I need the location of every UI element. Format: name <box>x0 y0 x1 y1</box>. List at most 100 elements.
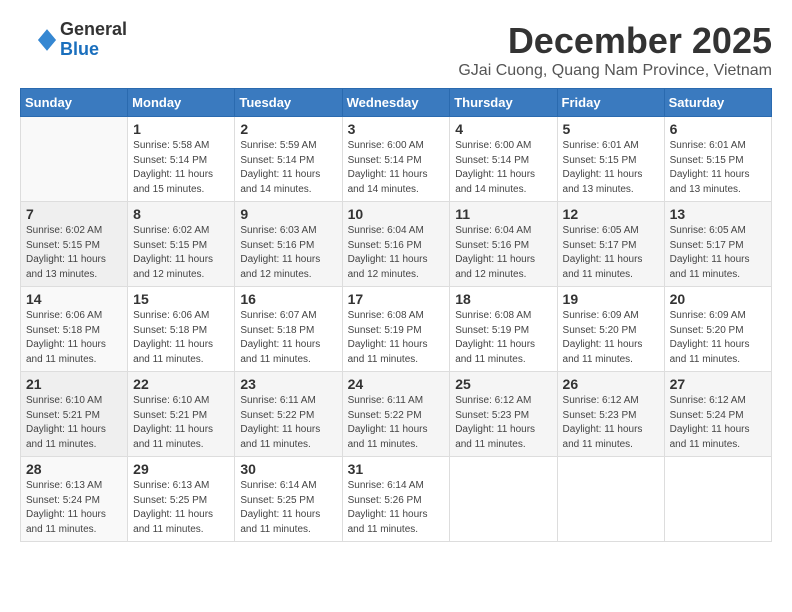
calendar-cell: 1 Sunrise: 5:58 AM Sunset: 5:14 PM Daylig… <box>128 117 235 202</box>
calendar-cell: 6 Sunrise: 6:01 AM Sunset: 5:15 PM Daylig… <box>664 117 771 202</box>
weekday-header-friday: Friday <box>557 89 664 117</box>
calendar-cell <box>21 117 128 202</box>
day-info: Sunrise: 6:00 AM Sunset: 5:14 PM Dayligh… <box>455 139 551 197</box>
logo-general-text: General <box>60 20 127 40</box>
day-info: Sunrise: 6:12 AM Sunset: 5:23 PM Dayligh… <box>563 394 659 452</box>
day-info: Sunrise: 6:05 AM Sunset: 5:17 PM Dayligh… <box>563 224 659 282</box>
month-title: December 2025 <box>458 20 772 62</box>
day-number: 7 <box>26 206 122 222</box>
logo-text: General Blue <box>60 20 127 60</box>
day-number: 2 <box>240 121 336 137</box>
title-block: December 2025 GJai Cuong, Quang Nam Prov… <box>458 20 772 80</box>
day-number: 11 <box>455 206 551 222</box>
calendar-cell: 23 Sunrise: 6:11 AM Sunset: 5:22 PM Dayli… <box>235 372 342 457</box>
logo-icon <box>20 22 56 58</box>
weekday-header-tuesday: Tuesday <box>235 89 342 117</box>
calendar-cell: 11 Sunrise: 6:04 AM Sunset: 5:16 PM Dayli… <box>450 202 557 287</box>
calendar-cell: 24Sunrise: 6:11 AM Sunset: 5:22 PM Dayli… <box>342 372 450 457</box>
calendar-cell: 13Sunrise: 6:05 AM Sunset: 5:17 PM Dayli… <box>664 202 771 287</box>
calendar-cell <box>664 457 771 542</box>
calendar-cell: 5 Sunrise: 6:01 AM Sunset: 5:15 PM Daylig… <box>557 117 664 202</box>
calendar-cell: 14 Sunrise: 6:06 AM Sunset: 5:18 PM Dayli… <box>21 287 128 372</box>
day-number: 30 <box>240 461 336 477</box>
calendar-cell: 28Sunrise: 6:13 AM Sunset: 5:24 PM Dayli… <box>21 457 128 542</box>
day-number: 14 <box>26 291 122 307</box>
day-info: Sunrise: 6:02 AM Sunset: 5:15 PM Dayligh… <box>26 224 122 282</box>
week-row-5: 28Sunrise: 6:13 AM Sunset: 5:24 PM Dayli… <box>21 457 772 542</box>
day-number: 26 <box>563 376 659 392</box>
calendar-table: SundayMondayTuesdayWednesdayThursdayFrid… <box>20 88 772 542</box>
calendar-cell: 16 Sunrise: 6:07 AM Sunset: 5:18 PM Dayli… <box>235 287 342 372</box>
day-info: Sunrise: 6:01 AM Sunset: 5:15 PM Dayligh… <box>563 139 659 197</box>
day-info: Sunrise: 6:03 AM Sunset: 5:16 PM Dayligh… <box>240 224 336 282</box>
day-number: 9 <box>240 206 336 222</box>
calendar-cell: 27Sunrise: 6:12 AM Sunset: 5:24 PM Dayli… <box>664 372 771 457</box>
day-info: Sunrise: 6:11 AM Sunset: 5:22 PM Dayligh… <box>348 394 445 452</box>
day-number: 15 <box>133 291 229 307</box>
calendar-cell: 2 Sunrise: 5:59 AM Sunset: 5:14 PM Daylig… <box>235 117 342 202</box>
day-number: 10 <box>348 206 445 222</box>
day-info: Sunrise: 6:06 AM Sunset: 5:18 PM Dayligh… <box>26 309 122 367</box>
day-info: Sunrise: 6:08 AM Sunset: 5:19 PM Dayligh… <box>455 309 551 367</box>
calendar-cell: 19 Sunrise: 6:09 AM Sunset: 5:20 PM Dayli… <box>557 287 664 372</box>
logo-blue-text: Blue <box>60 40 127 60</box>
day-number: 31 <box>348 461 445 477</box>
calendar-cell: 26 Sunrise: 6:12 AM Sunset: 5:23 PM Dayli… <box>557 372 664 457</box>
day-number: 12 <box>563 206 659 222</box>
day-info: Sunrise: 6:14 AM Sunset: 5:25 PM Dayligh… <box>240 479 336 537</box>
calendar-cell: 25Sunrise: 6:12 AM Sunset: 5:23 PM Dayli… <box>450 372 557 457</box>
day-number: 25 <box>455 376 551 392</box>
calendar-cell <box>557 457 664 542</box>
day-number: 28 <box>26 461 122 477</box>
week-row-1: 1 Sunrise: 5:58 AM Sunset: 5:14 PM Daylig… <box>21 117 772 202</box>
calendar-cell: 31 Sunrise: 6:14 AM Sunset: 5:26 PM Dayli… <box>342 457 450 542</box>
calendar-cell: 29Sunrise: 6:13 AM Sunset: 5:25 PM Dayli… <box>128 457 235 542</box>
day-info: Sunrise: 6:01 AM Sunset: 5:15 PM Dayligh… <box>670 139 766 197</box>
day-number: 21 <box>26 376 122 392</box>
day-info: Sunrise: 6:09 AM Sunset: 5:20 PM Dayligh… <box>670 309 766 367</box>
day-info: Sunrise: 6:09 AM Sunset: 5:20 PM Dayligh… <box>563 309 659 367</box>
day-number: 16 <box>240 291 336 307</box>
day-number: 8 <box>133 206 229 222</box>
calendar-cell: 15 Sunrise: 6:06 AM Sunset: 5:18 PM Dayli… <box>128 287 235 372</box>
day-number: 17 <box>348 291 445 307</box>
day-number: 1 <box>133 121 229 137</box>
day-info: Sunrise: 6:05 AM Sunset: 5:17 PM Dayligh… <box>670 224 766 282</box>
day-number: 3 <box>348 121 445 137</box>
weekday-header-row: SundayMondayTuesdayWednesdayThursdayFrid… <box>21 89 772 117</box>
day-number: 6 <box>670 121 766 137</box>
day-info: Sunrise: 5:59 AM Sunset: 5:14 PM Dayligh… <box>240 139 336 197</box>
calendar-cell: 7 Sunrise: 6:02 AM Sunset: 5:15 PM Daylig… <box>21 202 128 287</box>
day-number: 27 <box>670 376 766 392</box>
day-info: Sunrise: 6:11 AM Sunset: 5:22 PM Dayligh… <box>240 394 336 452</box>
day-info: Sunrise: 5:58 AM Sunset: 5:14 PM Dayligh… <box>133 139 229 197</box>
calendar-cell: 8Sunrise: 6:02 AM Sunset: 5:15 PM Daylig… <box>128 202 235 287</box>
day-number: 23 <box>240 376 336 392</box>
weekday-header-sunday: Sunday <box>21 89 128 117</box>
day-info: Sunrise: 6:07 AM Sunset: 5:18 PM Dayligh… <box>240 309 336 367</box>
day-number: 4 <box>455 121 551 137</box>
calendar-cell: 9 Sunrise: 6:03 AM Sunset: 5:16 PM Daylig… <box>235 202 342 287</box>
calendar-cell: 10 Sunrise: 6:04 AM Sunset: 5:16 PM Dayli… <box>342 202 450 287</box>
weekday-header-thursday: Thursday <box>450 89 557 117</box>
calendar-cell: 20 Sunrise: 6:09 AM Sunset: 5:20 PM Dayli… <box>664 287 771 372</box>
week-row-2: 7 Sunrise: 6:02 AM Sunset: 5:15 PM Daylig… <box>21 202 772 287</box>
week-row-3: 14 Sunrise: 6:06 AM Sunset: 5:18 PM Dayli… <box>21 287 772 372</box>
day-info: Sunrise: 6:04 AM Sunset: 5:16 PM Dayligh… <box>455 224 551 282</box>
calendar-cell: 12 Sunrise: 6:05 AM Sunset: 5:17 PM Dayli… <box>557 202 664 287</box>
day-info: Sunrise: 6:14 AM Sunset: 5:26 PM Dayligh… <box>348 479 445 537</box>
weekday-header-saturday: Saturday <box>664 89 771 117</box>
week-row-4: 21 Sunrise: 6:10 AM Sunset: 5:21 PM Dayli… <box>21 372 772 457</box>
day-info: Sunrise: 6:10 AM Sunset: 5:21 PM Dayligh… <box>133 394 229 452</box>
day-number: 5 <box>563 121 659 137</box>
page-header: General Blue December 2025 GJai Cuong, Q… <box>20 20 772 80</box>
day-info: Sunrise: 6:06 AM Sunset: 5:18 PM Dayligh… <box>133 309 229 367</box>
day-number: 20 <box>670 291 766 307</box>
day-info: Sunrise: 6:10 AM Sunset: 5:21 PM Dayligh… <box>26 394 122 452</box>
calendar-cell: 22Sunrise: 6:10 AM Sunset: 5:21 PM Dayli… <box>128 372 235 457</box>
day-info: Sunrise: 6:04 AM Sunset: 5:16 PM Dayligh… <box>348 224 445 282</box>
weekday-header-monday: Monday <box>128 89 235 117</box>
calendar-cell: 17Sunrise: 6:08 AM Sunset: 5:19 PM Dayli… <box>342 287 450 372</box>
calendar-cell: 3Sunrise: 6:00 AM Sunset: 5:14 PM Daylig… <box>342 117 450 202</box>
day-number: 19 <box>563 291 659 307</box>
